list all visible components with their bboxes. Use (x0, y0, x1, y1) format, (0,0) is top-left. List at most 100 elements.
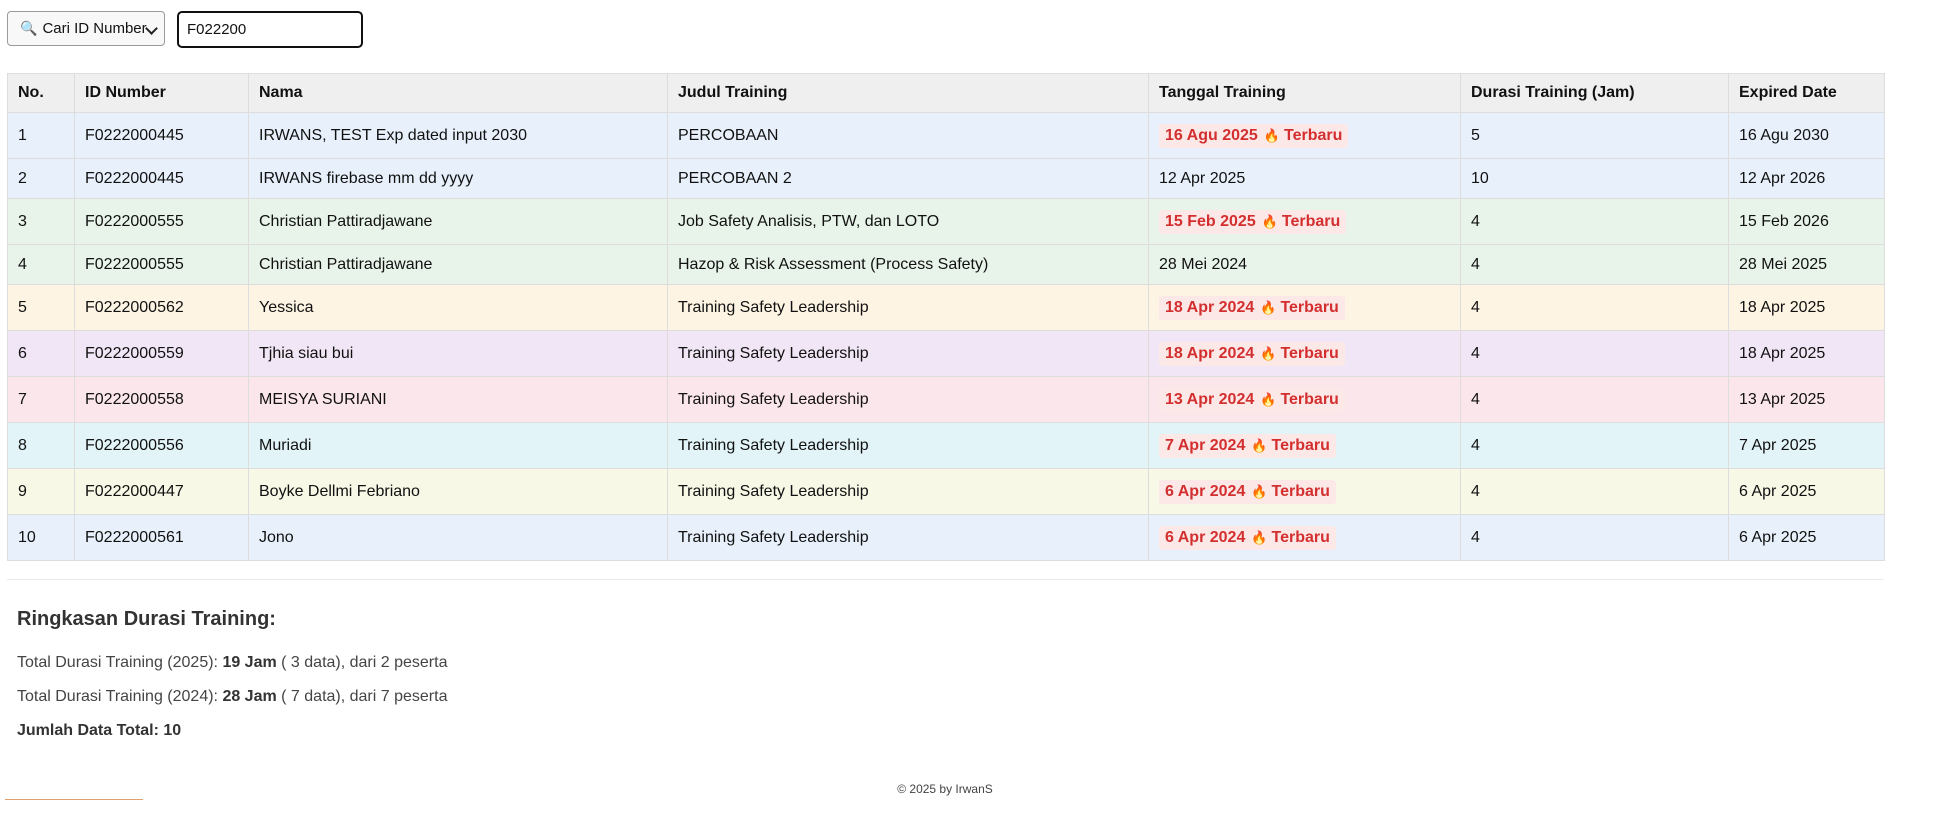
table-row[interactable]: 10 F0222000561 Jono Training Safety Leaders… (7, 514, 1885, 561)
cell-id-number: F0222000447 (74, 468, 249, 515)
training-date: 13 Apr 2024 (1165, 390, 1255, 408)
cell-tanggal-training: 7 Apr 2024 🔥 Terbaru (1148, 422, 1461, 469)
summary-line-2025: Total Durasi Training (2025): 19 Jam ( 3… (17, 654, 447, 672)
cell-nama: Jono (248, 514, 668, 561)
table-row[interactable]: 7 F0222000558 MEISYA SURIANI Training Safet… (7, 376, 1885, 423)
footer-copyright: © 2025 by IrwanS (897, 782, 993, 796)
summary-total-label: Jumlah Data Total: 10 (17, 722, 182, 739)
cell-judul-training: Job Safety Analisis, PTW, dan LOTO (667, 198, 1149, 245)
latest-label: Terbaru (1271, 436, 1330, 454)
cell-id-number: F0222000559 (74, 330, 249, 377)
cell-nama: Christian Pattiradjawane (248, 244, 668, 285)
cell-id-number: F0222000555 (74, 244, 249, 285)
cell-id-number: F0222000556 (74, 422, 249, 469)
header-durasi-training[interactable]: Durasi Training (Jam) (1460, 73, 1729, 113)
table-row[interactable]: 8 F0222000556 Muriadi Training Safety Leade… (7, 422, 1885, 469)
header-tanggal-training[interactable]: Tanggal Training (1148, 73, 1461, 113)
latest-label: Terbaru (1280, 298, 1339, 316)
training-date: 18 Apr 2024 (1165, 344, 1255, 362)
fire-icon: 🔥 (1260, 391, 1277, 407)
table-row[interactable]: 9 F0222000447 Boyke Dellmi Febriano Trainin… (7, 468, 1885, 515)
cell-tanggal-training: 18 Apr 2024 🔥 Terbaru (1148, 330, 1461, 377)
cell-durasi-training: 4 (1460, 198, 1729, 245)
cell-durasi-training: 4 (1460, 514, 1729, 561)
fire-icon: 🔥 (1251, 437, 1268, 453)
latest-label: Terbaru (1271, 528, 1330, 546)
cell-durasi-training: 4 (1460, 244, 1729, 285)
latest-date-badge: 16 Agu 2025 🔥 Terbaru (1159, 123, 1349, 148)
cell-no: 6 (7, 330, 75, 377)
table-body: 1 F0222000445 IRWANS, TEST Exp dated input… (7, 112, 1885, 561)
header-no[interactable]: No. (7, 73, 75, 113)
cell-id-number: F0222000561 (74, 514, 249, 561)
cell-nama: Boyke Dellmi Febriano (248, 468, 668, 515)
cell-expired-date: 15 Feb 2026 (1728, 198, 1885, 245)
cell-tanggal-training: 18 Apr 2024 🔥 Terbaru (1148, 284, 1461, 331)
cell-nama: MEISYA SURIANI (248, 376, 668, 423)
training-date: 6 Apr 2024 (1165, 528, 1246, 546)
training-date: 18 Apr 2024 (1165, 298, 1255, 316)
table-row[interactable]: 5 F0222000562 Yessica Training Safety Leade… (7, 284, 1885, 331)
cell-judul-training: PERCOBAAN (667, 112, 1149, 159)
cell-id-number: F0222000558 (74, 376, 249, 423)
training-date: 15 Feb 2025 (1165, 212, 1256, 230)
search-input[interactable] (177, 11, 363, 48)
header-judul-training[interactable]: Judul Training (667, 73, 1149, 113)
training-date: 16 Agu 2025 (1165, 126, 1258, 144)
cell-judul-training: Training Safety Leadership (667, 422, 1149, 469)
cell-judul-training: Training Safety Leadership (667, 376, 1149, 423)
cell-expired-date: 18 Apr 2025 (1728, 330, 1885, 377)
training-date: 7 Apr 2024 (1165, 436, 1246, 454)
cell-durasi-training: 4 (1460, 284, 1729, 331)
cell-durasi-training: 4 (1460, 468, 1729, 515)
search-type-select[interactable]: 🔍 Cari ID Number (7, 11, 165, 46)
cell-judul-training: Hazop & Risk Assessment (Process Safety) (667, 244, 1149, 285)
latest-date-badge: 18 Apr 2024 🔥 Terbaru (1159, 295, 1345, 320)
cell-nama: IRWANS, TEST Exp dated input 2030 (248, 112, 668, 159)
section-divider (7, 579, 1884, 580)
cell-no: 10 (7, 514, 75, 561)
cell-judul-training: PERCOBAAN 2 (667, 158, 1149, 199)
cell-tanggal-training: 6 Apr 2024 🔥 Terbaru (1148, 514, 1461, 561)
table-row[interactable]: 1 F0222000445 IRWANS, TEST Exp dated input… (7, 112, 1885, 159)
summary-line-prefix: Total Durasi Training (2025): (17, 654, 223, 671)
table-row[interactable]: 3 F0222000555 Christian Pattiradjawane Job … (7, 198, 1885, 245)
latest-label: Terbaru (1283, 126, 1343, 144)
header-id-number[interactable]: ID Number (74, 73, 249, 113)
cell-judul-training: Training Safety Leadership (667, 330, 1149, 377)
cell-id-number: F0222000445 (74, 158, 249, 199)
cell-judul-training: Training Safety Leadership (667, 514, 1149, 561)
header-nama[interactable]: Nama (248, 73, 668, 113)
cell-expired-date: 18 Apr 2025 (1728, 284, 1885, 331)
summary-line-suffix: ( 7 data), dari 7 peserta (276, 688, 448, 705)
cell-tanggal-training: 12 Apr 2025 (1148, 158, 1461, 199)
summary-title: Ringkasan Durasi Training: (17, 608, 276, 630)
summary-section: Ringkasan Durasi Training: Total Durasi … (17, 608, 447, 739)
summary-line-2024: Total Durasi Training (2024): 28 Jam ( 7… (17, 688, 447, 706)
table-row[interactable]: 6 F0222000559 Tjhia siau bui Training Safet… (7, 330, 1885, 377)
fire-icon: 🔥 (1263, 127, 1280, 143)
latest-date-badge: 15 Feb 2025 🔥 Terbaru (1159, 209, 1347, 234)
fire-icon: 🔥 (1260, 345, 1277, 361)
cell-no: 9 (7, 468, 75, 515)
cell-expired-date: 28 Mei 2025 (1728, 244, 1885, 285)
cell-durasi-training: 5 (1460, 112, 1729, 159)
cell-no: 2 (7, 158, 75, 199)
cell-no: 7 (7, 376, 75, 423)
fire-icon: 🔥 (1251, 529, 1268, 545)
cell-expired-date: 13 Apr 2025 (1728, 376, 1885, 423)
cell-nama: Christian Pattiradjawane (248, 198, 668, 245)
cell-nama: IRWANS firebase mm dd yyyy (248, 158, 668, 199)
search-icon: 🔍 (20, 20, 38, 36)
table-row[interactable]: 2 F0222000445 IRWANS firebase mm dd yyyy PE… (7, 158, 1885, 199)
latest-label: Terbaru (1271, 482, 1330, 500)
cell-expired-date: 6 Apr 2025 (1728, 514, 1885, 561)
table-row[interactable]: 4 F0222000555 Christian Pattiradjawane Hazo… (7, 244, 1885, 285)
summary-line-prefix: Total Durasi Training (2024): (17, 688, 223, 705)
cell-id-number: F0222000555 (74, 198, 249, 245)
search-type-label: Cari ID Number (42, 20, 147, 37)
summary-total: Jumlah Data Total: 10 (17, 722, 181, 740)
header-expired-date[interactable]: Expired Date (1728, 73, 1885, 113)
latest-label: Terbaru (1280, 344, 1339, 362)
cell-tanggal-training: 6 Apr 2024 🔥 Terbaru (1148, 468, 1461, 515)
